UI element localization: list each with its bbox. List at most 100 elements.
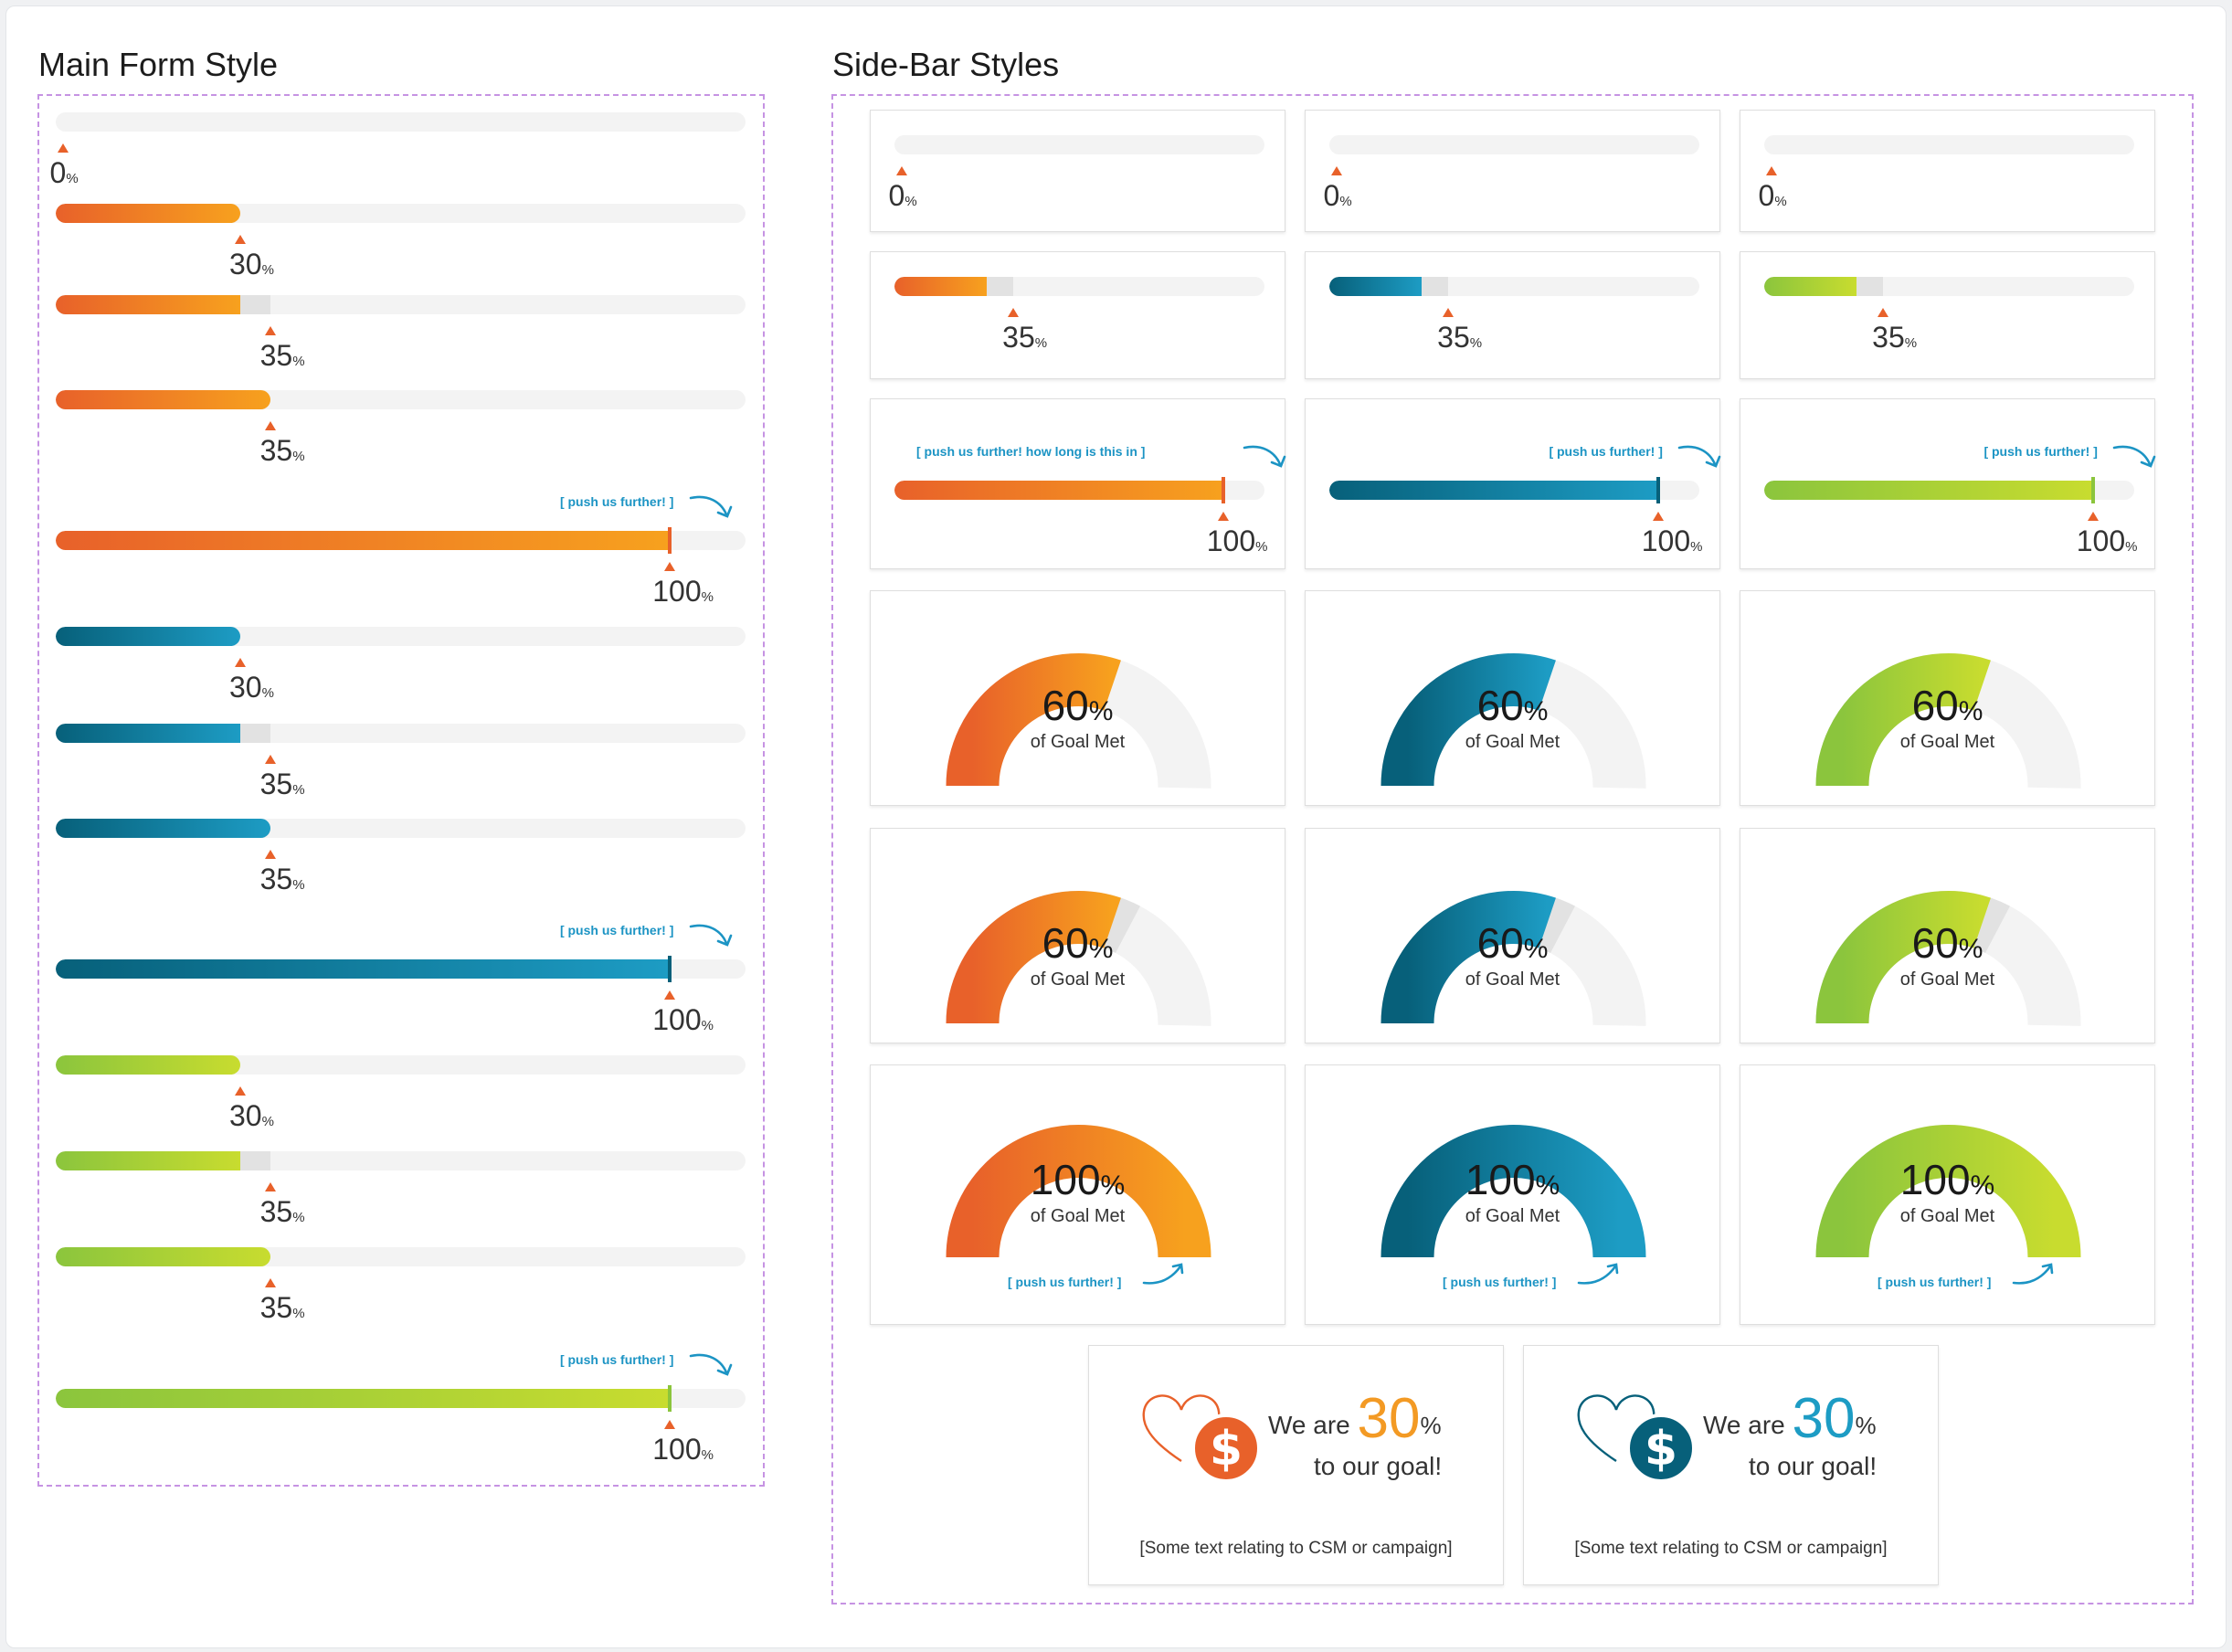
dollar-sign-icon: $ [1210,1422,1243,1477]
main-bar-8-push-link[interactable]: [ push us further! ] [560,923,673,937]
goal-card-orange: $ We are 30% to our goal! [Some text relati… [1088,1345,1504,1585]
main-bar-9-percent: 30% [229,1099,274,1132]
main-bar-6-caret [265,755,277,764]
side-bar-styles-heading: Side-Bar Styles [832,46,1060,83]
side-bar-blue-1-percent: 35% [1437,321,1483,354]
main-bar-11-track [56,1247,746,1266]
main-bar-5-track [56,627,746,646]
bar-card-blue-1 [1305,251,1720,379]
goal-card-blue: $ We are 30% to our goal! [Some text relati… [1523,1345,1939,1585]
main-bar-3-percent: 35% [259,434,305,467]
main-bar-2-percent: 35% [259,339,305,372]
main-bar-8-percent: 100% [652,1003,714,1036]
side-bar-green-1-track [1764,277,2134,296]
side-bar-orange-1-track [894,277,1264,296]
main-bar-8-push-arrow-icon [689,924,733,947]
main-bar-8-track [56,959,746,979]
side-bar-green-1-fill [1764,277,1856,296]
main-bar-11-fill [56,1247,271,1266]
main-bar-3-track [56,390,746,409]
side-bar-orange-0-caret [896,166,907,175]
main-bar-2-caret [265,326,277,335]
heart-dollar-icon: $ [1577,1394,1696,1483]
side-bar-blue-0-percent: 0% [1323,179,1352,212]
side-bar-green-1-caret [1877,308,1888,317]
gauge-percent: 60% [1042,682,1114,729]
side-bar-green-0-percent: 0% [1758,179,1787,212]
side-bar-orange-2-push-arrow-icon [1243,445,1286,468]
bar-card-orange-0 [870,110,1285,232]
main-bar-0-percent: 0% [49,156,79,189]
gauge-readout: 60% of Goal Met [871,684,1285,753]
main-bar-7-percent: 35% [259,863,305,895]
main-bar-4-push-link[interactable]: [ push us further! ] [560,494,673,509]
side-bar-orange-2-push-link[interactable]: [ push us further! how long is this in ] [916,444,1145,459]
main-bar-5-caret [234,658,246,667]
main-bar-6-track [56,724,746,743]
gauge-caption: of Goal Met [1030,732,1126,752]
campaign-note: [Some text relating to CSM or campaign] [1139,1539,1453,1558]
main-bar-5-fill [56,627,240,646]
side-bar-green-2-percent: 100% [2076,524,2138,557]
gauge-push-link[interactable]: [ push us further! ] [1008,1275,1121,1289]
side-bar-blue-2-push-arrow-icon [1678,445,1721,468]
side-bar-green-2-fill [1764,481,2094,500]
main-bar-4-track [56,531,746,550]
main-bar-11-caret [265,1278,277,1287]
side-bar-orange-0-track [894,135,1264,154]
side-bar-blue-2-end-marker [1656,477,1661,503]
gauge-readout: 100% of Goal Met [871,1159,1285,1227]
gauge-push-link[interactable]: [ push us further! ] [1443,1275,1556,1289]
side-bar-orange-2-fill [894,481,1224,500]
gauge-caption: of Goal Met [1465,1206,1560,1226]
main-bar-10-track [56,1151,746,1170]
gauge-card-green-1: 60% of Goal Met [1740,828,2155,1043]
main-bar-4-caret [663,562,675,571]
main-bar-3-caret [265,421,277,430]
main-bar-11-percent: 35% [259,1291,305,1324]
main-bar-7-caret [265,850,277,859]
main-bar-6-percent: 35% [259,768,305,800]
main-bar-1-fill [56,204,240,223]
gauge-percent: 100% [1030,1156,1126,1203]
side-bar-blue-1-track [1329,277,1699,296]
gauge-percent: 100% [1899,1156,1995,1203]
dollar-sign-icon: $ [1645,1422,1677,1477]
main-bar-8-end-marker [667,956,672,982]
main-bar-4-end-marker [667,527,672,554]
gauge-push-link[interactable]: [ push us further! ] [1878,1275,1991,1289]
gauge-caption: of Goal Met [1899,732,1995,752]
main-bar-9-caret [234,1086,246,1096]
side-bar-blue-1-caret [1442,308,1454,317]
bar-card-blue-0 [1305,110,1720,232]
gauge-card-blue-2: 100% of Goal Met [ push us further! ] [1305,1064,1720,1325]
gauge-card-blue-1: 60% of Goal Met [1305,828,1720,1043]
main-bar-6-fill [56,724,240,743]
main-bar-12-push-link[interactable]: [ push us further! ] [560,1352,673,1367]
gauge-caption: of Goal Met [1030,1206,1126,1226]
main-bar-12-percent: 100% [652,1433,714,1466]
gauge-card-orange-1: 60% of Goal Met [870,828,1285,1043]
main-bar-10-caret [265,1182,277,1191]
side-bar-blue-0-track [1329,135,1699,154]
main-bar-9-fill [56,1055,240,1075]
side-bar-orange-2-caret [1218,512,1230,521]
campaign-note: [Some text relating to CSM or campaign] [1574,1539,1888,1558]
side-bar-green-2-push-link[interactable]: [ push us further! ] [1983,444,2097,459]
gauge-percent: 60% [1911,919,1983,967]
main-bar-12-caret [663,1420,675,1429]
main-bar-1-track [56,204,746,223]
bar-card-green-0 [1740,110,2155,232]
goal-suffix: to our goal! [1749,1452,1878,1480]
main-bar-2-fill [56,295,240,314]
side-bar-blue-0-caret [1331,166,1342,175]
main-bar-7-track [56,819,746,838]
side-bar-orange-2-end-marker [1222,477,1226,503]
gauge-push-arrow-icon [1142,1263,1184,1285]
side-bar-orange-0-percent: 0% [888,179,917,212]
side-bar-blue-2-push-link[interactable]: [ push us further! ] [1549,444,1662,459]
side-bar-orange-1-caret [1007,308,1019,317]
gauge-card-green-0: 60% of Goal Met [1740,590,2155,806]
main-bar-7-fill [56,819,271,838]
side-bar-green-2-caret [2088,512,2100,521]
